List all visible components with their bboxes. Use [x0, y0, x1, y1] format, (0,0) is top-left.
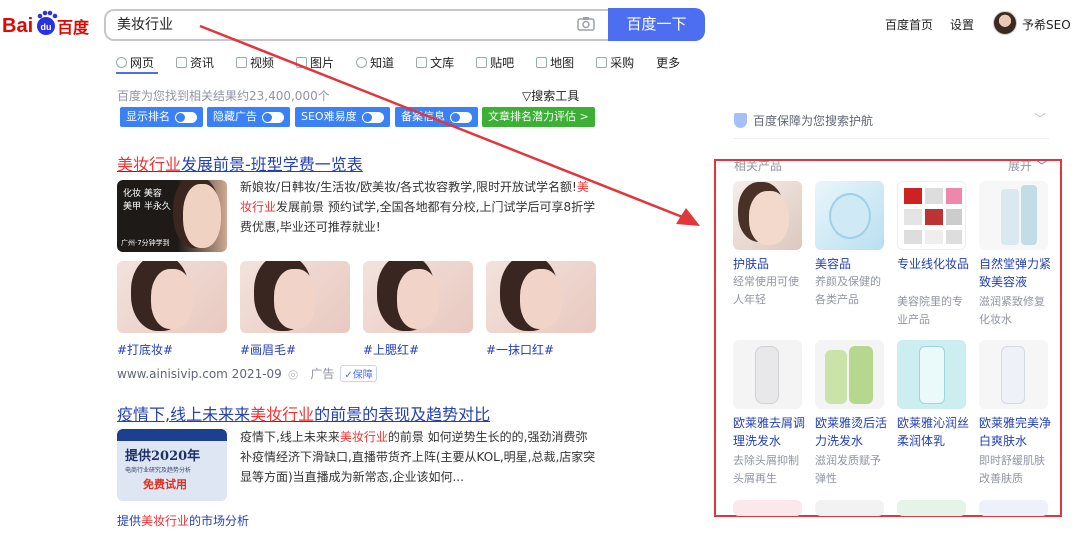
guarantee-badge[interactable]: ✓保障 — [340, 365, 377, 382]
home-link[interactable]: 百度首页 — [885, 16, 933, 33]
product-image-1[interactable] — [733, 181, 802, 250]
tab-news[interactable]: 资讯 — [176, 52, 214, 72]
chevron-down-icon[interactable]: ﹀ — [1034, 110, 1046, 127]
active-tab-indicator — [116, 72, 158, 74]
tab-bar: 网页 资讯 视频 图片 知道 文库 贴吧 地图 采购 更多 — [116, 52, 702, 72]
document-icon — [416, 56, 428, 68]
tab-tieba[interactable]: 贴吧 — [476, 52, 514, 72]
product-desc-8: 即时舒缓肌肤改善肤质 — [979, 454, 1045, 485]
tag-image-1[interactable] — [117, 261, 227, 333]
toggle-icon — [361, 111, 384, 123]
tag-link-3[interactable]: #上腮红# — [363, 341, 419, 358]
result-count: 百度为您找到相关结果约23,400,000个 — [117, 89, 330, 103]
product-name-3[interactable]: 专业线化妆品 — [897, 255, 969, 273]
toggle-icon — [450, 111, 472, 123]
product-desc-2: 养颜及保健的各类产品 — [815, 275, 881, 306]
chip-show-rank[interactable]: 显示排名 — [120, 107, 203, 127]
chip-hide-ads[interactable]: 隐藏广告 — [207, 107, 290, 127]
product-name-1[interactable]: 护肤品 — [733, 255, 805, 273]
svg-text:百度: 百度 — [57, 18, 90, 37]
image-icon — [296, 56, 308, 68]
toggle-icon — [175, 111, 197, 123]
info-icon[interactable]: ◎ — [288, 367, 298, 381]
product-image-11[interactable] — [897, 500, 966, 516]
result2-snippet: 疫情下,线上未来来美妆行业的前景 如何逆势生长的的,强劲消费弥补疫情经济下滑缺口… — [240, 430, 596, 484]
news-icon — [176, 56, 188, 68]
tab-web[interactable]: 网页 — [116, 52, 154, 72]
tab-video[interactable]: 视频 — [236, 52, 274, 72]
chip-rank-potential[interactable]: 文章排名潜力评估 > — [482, 107, 595, 127]
product-name-8[interactable]: 欧莱雅完美净白爽肤水 — [979, 414, 1051, 450]
shield-icon — [734, 113, 747, 128]
product-name-6[interactable]: 欧莱雅烫后活力洗发水 — [815, 414, 887, 450]
tag-link-1[interactable]: #打底妆# — [117, 341, 173, 358]
tab-image[interactable]: 图片 — [296, 52, 334, 72]
chip-icp[interactable]: 备案信息 — [395, 107, 478, 127]
tieba-icon — [476, 56, 488, 68]
product-name-7[interactable]: 欧莱雅沁润丝柔润体乳 — [897, 414, 969, 450]
baidu-logo[interactable]: Bai du 百度 — [2, 8, 94, 40]
tag-image-3[interactable] — [363, 261, 473, 333]
tag-link-2[interactable]: #画眉毛# — [240, 341, 296, 358]
product-name-4[interactable]: 自然堂弹力紧致美容液 — [979, 255, 1051, 291]
result1-meta: www.ainisivip.com 2021-09 ◎ 广告 ✓保障 — [117, 365, 377, 382]
product-image-6[interactable] — [815, 340, 884, 409]
result1-thumbnail[interactable]: 化妆 美容 美甲 半永久 广州·7分钟学到 — [117, 180, 227, 252]
svg-text:du: du — [41, 22, 52, 32]
avatar[interactable] — [993, 11, 1017, 35]
product-image-12[interactable] — [979, 500, 1048, 516]
tab-zhidao[interactable]: 知道 — [356, 52, 394, 72]
tab-map[interactable]: 地图 — [536, 52, 574, 72]
product-name-5[interactable]: 欧莱雅去屑调理洗发水 — [733, 414, 805, 450]
tab-purchase[interactable]: 采购 — [596, 52, 634, 72]
product-image-2[interactable] — [815, 181, 884, 250]
toggle-icon — [262, 111, 284, 123]
product-desc-4: 滋润紧致修复化妆水 — [979, 295, 1045, 326]
result2-title[interactable]: 疫情下,线上未来来美妆行业的前景的表现及趋势对比 — [117, 401, 490, 425]
search-box — [104, 9, 608, 41]
search-icon — [116, 56, 127, 68]
product-image-9[interactable] — [733, 500, 802, 516]
chip-seo-difficulty[interactable]: SEO难易度 — [295, 107, 390, 127]
camera-icon[interactable] — [576, 14, 596, 34]
tag-link-4[interactable]: #一抹口红# — [486, 341, 554, 358]
product-image-3[interactable] — [897, 181, 966, 250]
tab-wenku[interactable]: 文库 — [416, 52, 454, 72]
product-image-8[interactable] — [979, 340, 1048, 409]
settings-link[interactable]: 设置 — [950, 16, 974, 33]
shop-icon — [596, 56, 608, 68]
map-icon — [536, 56, 548, 68]
svg-text:Bai: Bai — [2, 15, 33, 37]
product-desc-3: 美容院里的专业产品 — [897, 295, 963, 326]
search-button[interactable]: 百度一下 — [608, 8, 705, 41]
product-desc-5: 去除头屑抑制头屑再生 — [733, 454, 799, 485]
result2-sublink[interactable]: 提供美妆行业的市场分析 — [117, 512, 249, 529]
product-image-5[interactable] — [733, 340, 802, 409]
tab-more[interactable]: 更多 — [656, 52, 680, 72]
tag-image-2[interactable] — [240, 261, 350, 333]
question-icon — [356, 56, 368, 68]
search-tools[interactable]: ▽搜索工具 — [522, 87, 579, 104]
product-image-7[interactable] — [897, 340, 966, 409]
video-icon — [236, 56, 248, 68]
search-input[interactable] — [106, 11, 546, 39]
product-image-10[interactable] — [815, 500, 884, 516]
funnel-icon: ▽ — [522, 89, 532, 103]
result1-snippet: 新娘妆/日韩妆/生活妆/欧美妆/各式妆容教学,限时开放试学名额!美妆行业发展前景… — [240, 180, 596, 234]
username[interactable]: 予希SEO — [1022, 16, 1071, 33]
baidu-guarantee[interactable]: 百度保障为您搜索护航 — [734, 112, 873, 129]
product-name-2[interactable]: 美容品 — [815, 255, 887, 273]
product-desc-1: 经常使用可使人年轻 — [733, 275, 799, 306]
product-image-4[interactable] — [979, 181, 1048, 250]
result2-thumbnail[interactable]: 提供2020年 电商行业研究及趋势分析 免费试用 — [117, 429, 227, 501]
tag-image-4[interactable] — [486, 261, 596, 333]
product-desc-6: 滋润发质赋予弹性 — [815, 454, 881, 485]
divider — [733, 138, 1049, 139]
result1-title[interactable]: 美妆行业发展前景-班型学费一览表 — [117, 151, 363, 175]
